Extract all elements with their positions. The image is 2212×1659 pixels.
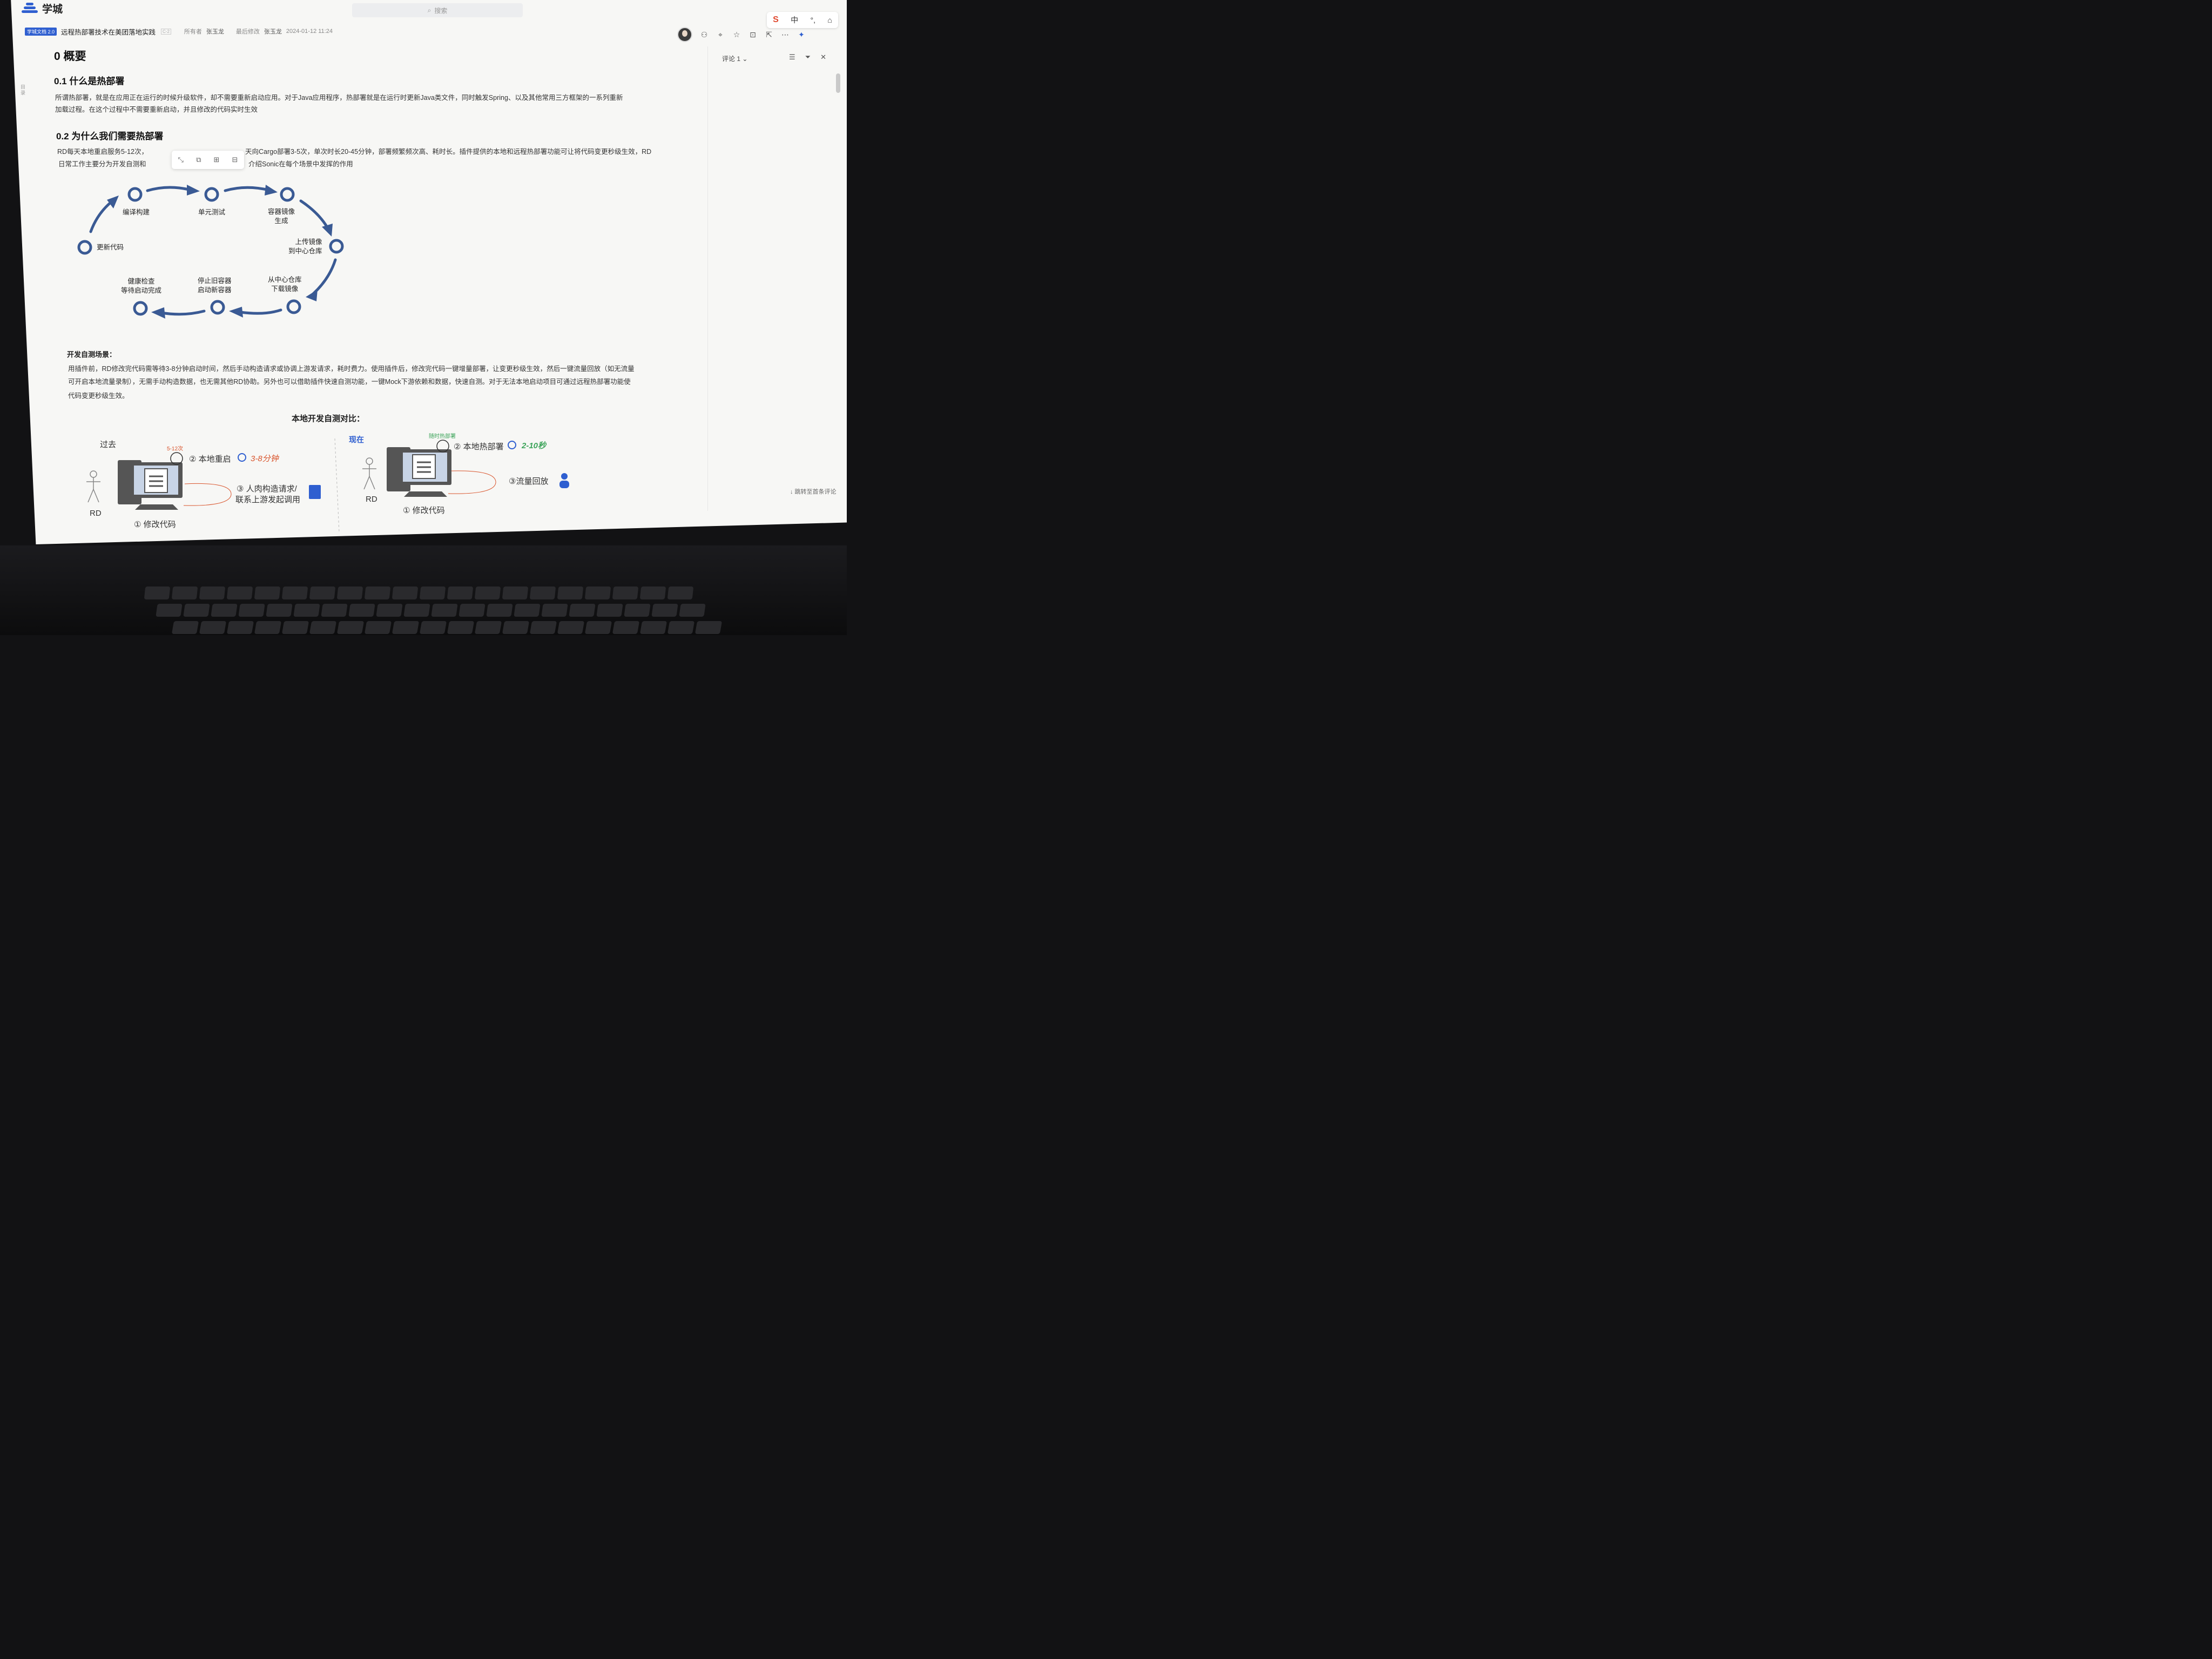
- past-step2: ② 本地重启: [189, 455, 231, 464]
- now-step2: ② 本地热部署: [454, 442, 504, 451]
- clock-icon-now: [508, 441, 516, 449]
- filter-icon[interactable]: ⏷: [805, 53, 811, 62]
- computer-icon-now: [387, 447, 451, 497]
- loop-arrow-now: [448, 470, 496, 494]
- past-step3-line2: 联系上游发起调用: [235, 495, 301, 504]
- past-label: 过去: [100, 440, 117, 449]
- past-count: 5-12次: [167, 446, 184, 452]
- phone-icon: [309, 485, 321, 499]
- person-icon-now: [362, 457, 376, 490]
- layout-icon[interactable]: ☰: [789, 53, 795, 62]
- laptop-screen: 学城 ⌕ 搜索 S 中 °, ⌂ 学城文档 2.0 远程热部署技术在美团落地实践…: [11, 0, 847, 544]
- now-step3: ③流量回放: [509, 477, 549, 486]
- past-person: RD: [90, 509, 102, 518]
- user-icon-now: [559, 473, 569, 488]
- clock-icon-past: [238, 453, 246, 462]
- comment-panel-toolbar: ☰ ⏷ ✕: [789, 53, 826, 62]
- scrollbar-thumb[interactable]: [836, 73, 840, 93]
- now-label: 现在: [349, 435, 364, 444]
- close-icon[interactable]: ✕: [820, 53, 826, 62]
- comment-panel: 评论 1 ⌄ ☰ ⏷ ✕ ↓ 跳转至首条评论: [707, 46, 847, 511]
- loop-arrow-past: [183, 483, 232, 506]
- person-icon-past: [86, 470, 100, 503]
- now-anytime: 随时热部署: [429, 434, 456, 440]
- now-person: RD: [366, 495, 377, 504]
- jump-to-first-comment-link[interactable]: ↓ 跳转至首条评论: [790, 487, 837, 496]
- laptop-keyboard: [0, 545, 847, 635]
- comment-count-dropdown[interactable]: 评论 1 ⌄: [722, 54, 747, 63]
- past-step2-time: 3-8分钟: [251, 454, 279, 463]
- past-step1: ① 修改代码: [134, 520, 176, 529]
- now-step1: ① 修改代码: [403, 506, 445, 515]
- computer-icon-past: [118, 460, 183, 510]
- past-step3-line1: ③ 人肉构造请求/: [237, 484, 297, 494]
- now-step2-time: 2-10秒: [522, 441, 547, 450]
